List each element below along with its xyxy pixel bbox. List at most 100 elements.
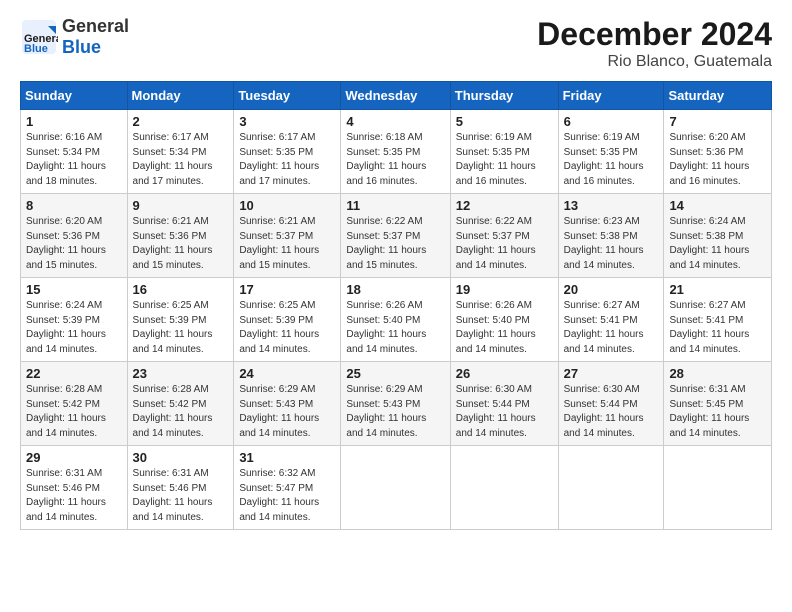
calendar-cell: 7 Sunrise: 6:20 AM Sunset: 5:36 PM Daylig… <box>664 110 772 194</box>
calendar-cell: 6Sunrise: 6:19 AM Sunset: 5:35 PM Daylig… <box>558 110 664 194</box>
week-row-2: 8 Sunrise: 6:20 AM Sunset: 5:36 PM Daylig… <box>21 194 772 278</box>
day-info: Sunrise: 6:25 AM Sunset: 5:39 PM Dayligh… <box>133 299 229 357</box>
calendar-cell: 30 Sunrise: 6:31 AM Sunset: 5:46 PM Dayli… <box>127 446 234 530</box>
calendar-cell: 29Sunrise: 6:31 AM Sunset: 5:46 PM Dayli… <box>21 446 128 530</box>
day-number: 8 <box>26 198 122 213</box>
title-block: December 2024 Rio Blanco, Guatemala <box>537 16 772 71</box>
day-number: 2 <box>133 114 229 129</box>
day-number: 10 <box>239 198 335 213</box>
calendar-header-row: SundayMondayTuesdayWednesdayThursdayFrid… <box>21 82 772 110</box>
day-header-sunday: Sunday <box>21 82 128 110</box>
day-number: 19 <box>456 282 553 297</box>
day-number: 16 <box>133 282 229 297</box>
week-row-5: 29 Sunrise: 6:31 AM Sunset: 5:46 PM Dayli… <box>21 446 772 530</box>
page: General Blue General Blue December 2024 … <box>0 0 792 612</box>
calendar-cell: 24 Sunrise: 6:29 AM Sunset: 5:43 PM Dayli… <box>234 362 341 446</box>
day-header-thursday: Thursday <box>450 82 558 110</box>
day-info: Sunrise: 6:17 AM Sunset: 5:35 PM Dayligh… <box>239 131 335 189</box>
calendar-cell: 15 Sunrise: 6:24 AM Sunset: 5:39 PM Dayli… <box>21 278 128 362</box>
day-info: Sunrise: 6:28 AM Sunset: 5:42 PM Dayligh… <box>133 383 229 441</box>
calendar-cell: 27 Sunrise: 6:30 AM Sunset: 5:44 PM Dayli… <box>558 362 664 446</box>
logo-icon: General Blue <box>20 18 58 56</box>
day-number: 23 <box>133 366 229 381</box>
day-info: Sunrise: 6:30 AM Sunset: 5:44 PM Dayligh… <box>456 383 553 441</box>
day-info: Sunrise: 6:20 AM Sunset: 5:36 PM Dayligh… <box>669 131 766 189</box>
day-info: Sunrise: 6:25 AM Sunset: 5:39 PM Dayligh… <box>239 299 335 357</box>
calendar-cell: 4 Sunrise: 6:18 AM Sunset: 5:35 PM Daylig… <box>341 110 450 194</box>
day-number: 12 <box>456 198 553 213</box>
calendar-cell: 26 Sunrise: 6:30 AM Sunset: 5:44 PM Dayli… <box>450 362 558 446</box>
day-header-tuesday: Tuesday <box>234 82 341 110</box>
day-number: 11 <box>346 198 444 213</box>
day-info: Sunrise: 6:31 AM Sunset: 5:46 PM Dayligh… <box>133 467 229 525</box>
calendar-cell: 12Sunrise: 6:22 AM Sunset: 5:37 PM Dayli… <box>450 194 558 278</box>
day-info: Sunrise: 6:32 AM Sunset: 5:47 PM Dayligh… <box>239 467 335 525</box>
day-number: 4 <box>346 114 444 129</box>
day-info: Sunrise: 6:24 AM Sunset: 5:38 PM Dayligh… <box>669 215 766 273</box>
week-row-1: 1 Sunrise: 6:16 AM Sunset: 5:34 PM Daylig… <box>21 110 772 194</box>
day-number: 3 <box>239 114 335 129</box>
calendar-subtitle: Rio Blanco, Guatemala <box>537 53 772 71</box>
calendar-cell: 8 Sunrise: 6:20 AM Sunset: 5:36 PM Daylig… <box>21 194 128 278</box>
day-number: 31 <box>239 450 335 465</box>
calendar-cell: 10 Sunrise: 6:21 AM Sunset: 5:37 PM Dayli… <box>234 194 341 278</box>
calendar-cell: 3 Sunrise: 6:17 AM Sunset: 5:35 PM Daylig… <box>234 110 341 194</box>
day-header-wednesday: Wednesday <box>341 82 450 110</box>
day-number: 28 <box>669 366 766 381</box>
day-number: 24 <box>239 366 335 381</box>
day-number: 1 <box>26 114 122 129</box>
calendar-table: SundayMondayTuesdayWednesdayThursdayFrid… <box>20 81 772 530</box>
day-number: 27 <box>564 366 659 381</box>
calendar-cell <box>341 446 450 530</box>
day-info: Sunrise: 6:26 AM Sunset: 5:40 PM Dayligh… <box>346 299 444 357</box>
svg-text:Blue: Blue <box>24 43 48 55</box>
day-info: Sunrise: 6:29 AM Sunset: 5:43 PM Dayligh… <box>239 383 335 441</box>
calendar-cell <box>558 446 664 530</box>
day-info: Sunrise: 6:31 AM Sunset: 5:45 PM Dayligh… <box>669 383 766 441</box>
calendar-cell: 28 Sunrise: 6:31 AM Sunset: 5:45 PM Dayli… <box>664 362 772 446</box>
day-number: 17 <box>239 282 335 297</box>
day-header-friday: Friday <box>558 82 664 110</box>
calendar-cell: 17 Sunrise: 6:25 AM Sunset: 5:39 PM Dayli… <box>234 278 341 362</box>
header: General Blue General Blue December 2024 … <box>20 16 772 71</box>
calendar-cell: 23 Sunrise: 6:28 AM Sunset: 5:42 PM Dayli… <box>127 362 234 446</box>
day-info: Sunrise: 6:21 AM Sunset: 5:36 PM Dayligh… <box>133 215 229 273</box>
day-info: Sunrise: 6:27 AM Sunset: 5:41 PM Dayligh… <box>564 299 659 357</box>
calendar-cell: 31 Sunrise: 6:32 AM Sunset: 5:47 PM Dayli… <box>234 446 341 530</box>
day-number: 14 <box>669 198 766 213</box>
day-info: Sunrise: 6:30 AM Sunset: 5:44 PM Dayligh… <box>564 383 659 441</box>
day-number: 18 <box>346 282 444 297</box>
calendar-cell: 14 Sunrise: 6:24 AM Sunset: 5:38 PM Dayli… <box>664 194 772 278</box>
calendar-cell: 9 Sunrise: 6:21 AM Sunset: 5:36 PM Daylig… <box>127 194 234 278</box>
calendar-cell <box>450 446 558 530</box>
calendar-cell <box>664 446 772 530</box>
day-info: Sunrise: 6:16 AM Sunset: 5:34 PM Dayligh… <box>26 131 122 189</box>
day-number: 20 <box>564 282 659 297</box>
day-number: 22 <box>26 366 122 381</box>
day-number: 7 <box>669 114 766 129</box>
day-info: Sunrise: 6:29 AM Sunset: 5:43 PM Dayligh… <box>346 383 444 441</box>
day-info: Sunrise: 6:24 AM Sunset: 5:39 PM Dayligh… <box>26 299 122 357</box>
calendar-cell: 21Sunrise: 6:27 AM Sunset: 5:41 PM Dayli… <box>664 278 772 362</box>
day-number: 30 <box>133 450 229 465</box>
day-info: Sunrise: 6:22 AM Sunset: 5:37 PM Dayligh… <box>346 215 444 273</box>
calendar-cell: 11 Sunrise: 6:22 AM Sunset: 5:37 PM Dayli… <box>341 194 450 278</box>
day-info: Sunrise: 6:27 AM Sunset: 5:41 PM Dayligh… <box>669 299 766 357</box>
day-info: Sunrise: 6:21 AM Sunset: 5:37 PM Dayligh… <box>239 215 335 273</box>
day-number: 15 <box>26 282 122 297</box>
calendar-cell: 19Sunrise: 6:26 AM Sunset: 5:40 PM Dayli… <box>450 278 558 362</box>
day-number: 29 <box>26 450 122 465</box>
logo: General Blue General Blue <box>20 16 129 58</box>
calendar-cell: 13Sunrise: 6:23 AM Sunset: 5:38 PM Dayli… <box>558 194 664 278</box>
week-row-3: 15 Sunrise: 6:24 AM Sunset: 5:39 PM Dayli… <box>21 278 772 362</box>
day-number: 9 <box>133 198 229 213</box>
calendar-cell: 1 Sunrise: 6:16 AM Sunset: 5:34 PM Daylig… <box>21 110 128 194</box>
day-info: Sunrise: 6:20 AM Sunset: 5:36 PM Dayligh… <box>26 215 122 273</box>
day-number: 26 <box>456 366 553 381</box>
calendar-cell: 18 Sunrise: 6:26 AM Sunset: 5:40 PM Dayli… <box>341 278 450 362</box>
day-info: Sunrise: 6:18 AM Sunset: 5:35 PM Dayligh… <box>346 131 444 189</box>
day-header-saturday: Saturday <box>664 82 772 110</box>
calendar-title: December 2024 <box>537 16 772 53</box>
calendar-cell: 22Sunrise: 6:28 AM Sunset: 5:42 PM Dayli… <box>21 362 128 446</box>
calendar-cell: 5Sunrise: 6:19 AM Sunset: 5:35 PM Daylig… <box>450 110 558 194</box>
